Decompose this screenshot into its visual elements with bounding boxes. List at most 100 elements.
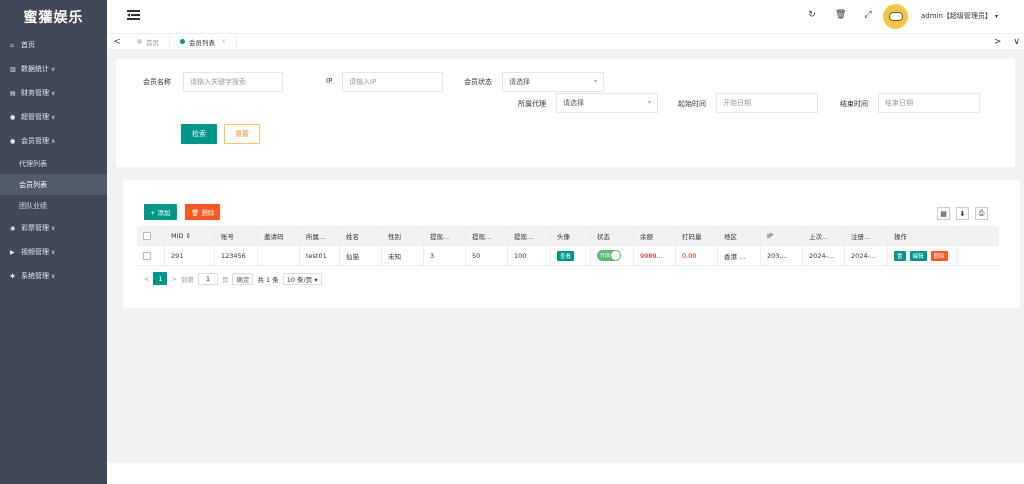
cell-avatar: 查看 [551,246,591,265]
page-unit: 页 [221,275,229,284]
delete-button[interactable]: 🗑 删除 [185,204,221,220]
reset-button[interactable]: 重置 [224,124,260,144]
trash-icon[interactable]: 🗑 [835,10,846,20]
column-header[interactable]: 所属... [300,226,340,245]
user-menu[interactable]: admin【超级管理员】 ▾ [921,11,998,21]
sidebar-item[interactable]: ▤ 财务管理 ∨ [0,81,107,105]
pagination: < 1 > 到第 1 页 确定 共 1 条 10 条/页 ▾ [144,272,322,285]
sidebar-item-label: 财务管理 [21,89,49,97]
chevron-down-icon: ▾ [593,78,597,85]
cell-region: 香港 ... [718,246,761,265]
tab-home[interactable]: 首页 [127,33,170,50]
next-page-icon[interactable]: > [171,275,176,283]
column-header[interactable]: 余额 [634,226,676,245]
edit-button[interactable]: 编辑 [909,250,927,261]
tab-scroll-left-icon[interactable]: < [107,37,127,47]
column-header[interactable]: 注册... [845,226,888,245]
row-checkbox[interactable] [143,251,151,260]
cell-bet: 0.00 [676,246,718,265]
agent-select[interactable]: 请选择 ▾ [556,93,658,113]
chevron-down-icon: ▾ [647,99,651,106]
column-header[interactable]: 打码量 [676,226,718,245]
column-header[interactable]: 地区 [718,226,761,245]
status-toggle[interactable]: 开启 [597,250,621,261]
column-header[interactable]: 邀请码 [258,226,300,245]
sidebar-item[interactable]: ▶ 视频管理 ∨ [0,240,107,264]
column-header[interactable]: 性别 [382,226,424,245]
column-header[interactable]: 上次... [803,226,845,245]
export-icon[interactable]: ⬇ [956,207,969,220]
status-select-value: 请选择 [509,78,530,86]
column-header[interactable]: 状态 [591,226,634,245]
cell-agent: test01 [300,246,340,265]
sidebar-subitem[interactable]: 会员列表 [0,174,107,195]
header-checkbox-cell[interactable] [137,226,165,245]
sidebar-item-label: 彩票管理 [21,224,49,232]
column-header[interactable]: 提现... [508,226,551,245]
cell-status: 开启 [591,246,634,265]
column-header[interactable]: MID ⇕ [165,226,215,245]
fullscreen-icon[interactable]: ⤢ [863,10,873,20]
status-label: 会员状态 [464,78,492,86]
cell-actions: 置编辑 删除 [888,246,958,265]
goto-confirm-button[interactable]: 确定 [232,272,254,285]
page-size-select[interactable]: 10 条/页 ▾ [282,272,322,285]
close-icon[interactable]: × [221,38,226,45]
columns-icon[interactable]: ▦ [937,207,950,220]
print-icon[interactable]: ⎙ [975,207,988,220]
column-header[interactable]: 提现... [424,226,466,245]
sidebar-item[interactable]: ✱ 系统管理 ∨ [0,264,107,288]
refresh-icon[interactable]: ↻ [807,10,817,20]
column-header[interactable]: 提现... [466,226,508,245]
view-avatar-button[interactable]: 查看 [557,250,575,261]
column-header[interactable]: IP [761,226,803,245]
bet-value: 0.00 [682,251,697,260]
tab-member-list[interactable]: 会员列表 × [170,33,238,50]
tab-scroll-right-icon[interactable]: > [994,34,1002,50]
sidebar-item-label: 视频管理 [21,248,49,256]
status-select[interactable]: 请选择 ▾ [502,72,604,92]
user-label: admin【超级管理员】 [921,12,992,20]
page-number[interactable]: 1 [153,272,168,285]
sidebar-subitem[interactable]: 团队业绩 [0,195,107,216]
column-header[interactable]: 操作 [888,226,958,245]
table-row: 291 123456 test01 仙猫 未知 3 50 100 查看 开启 9989... 0.00… [137,246,999,266]
cell-reg: 2024-... [845,246,888,265]
member-name-input[interactable]: 请输入关键字搜索 [183,72,283,92]
add-button[interactable]: + 添加 [144,204,177,220]
balance-value: 9989... [640,251,663,260]
start-time-label: 起始时间 [678,100,706,108]
ip-label: IP [326,77,333,85]
pin-button[interactable]: 置 [894,250,906,261]
sidebar-item-label: 超管管理 [21,113,49,121]
start-date-input[interactable]: 开始日期 [716,93,818,113]
sidebar-item[interactable]: ▥ 数据统计 ∨ [0,57,107,81]
row-checkbox-cell[interactable] [137,246,165,265]
ip-input[interactable]: 请输入IP [342,72,443,92]
sidebar-subitem[interactable]: 代理列表 [0,153,107,174]
video-icon: ▶ [10,248,15,256]
end-date-input[interactable]: 结束日期 [878,93,980,113]
tab-menu-icon[interactable]: ∨ [1013,34,1020,50]
sidebar-item[interactable]: ◉ 彩票管理 ∨ [0,216,107,240]
menu-toggle-icon[interactable] [127,10,140,21]
select-all-checkbox[interactable] [143,231,151,240]
prev-page-icon[interactable]: < [144,275,149,283]
avatar[interactable] [883,4,908,29]
user-icon: ● [10,113,16,121]
top-bar: ↻ 🗑 ⤢ admin【超级管理员】 ▾ [107,0,1024,33]
sidebar-item[interactable]: ⌂ 首页 [0,33,107,57]
column-header[interactable]: 姓名 [340,226,382,245]
column-header[interactable]: 账号 [215,226,258,245]
search-button[interactable]: 检索 [181,124,217,144]
delete-row-button[interactable]: 删除 [930,250,948,261]
goto-input[interactable]: 1 [197,272,218,285]
column-header[interactable]: 头像 [551,226,591,245]
chevron-icon: ∨ [51,113,56,121]
sidebar-item[interactable]: ● 会员管理 ∧ [0,129,107,153]
sidebar-item[interactable]: ● 超管管理 ∨ [0,105,107,129]
cell-w3: 100 [508,246,551,265]
chevron-icon: ∨ [51,89,56,97]
sidebar: 蜜獾娱乐 ⌂ 首页 ▥ 数据统计 ∨ ▤ 财务管理 ∨ ● 超管管理 ∨ ● 会员管理 ∧ 代理列表 会员列… [0,0,107,484]
bank-icon: ▤ [10,89,16,97]
